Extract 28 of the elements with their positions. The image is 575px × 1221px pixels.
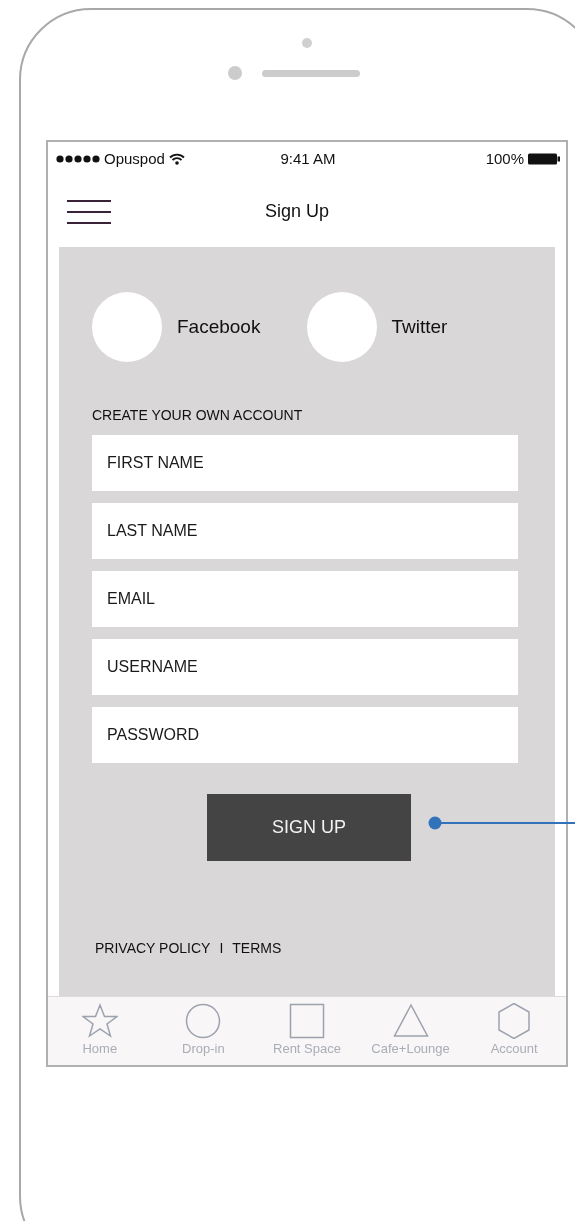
footer-link[interactable]: TERMS (232, 940, 282, 956)
speaker-icon (262, 69, 360, 77)
input-field[interactable]: FIRST NAME (92, 435, 518, 491)
status-time: 9:41 AM (280, 150, 336, 167)
sensor-icon (228, 66, 242, 80)
camera-icon (302, 38, 312, 48)
social-label[interactable]: Twitter (391, 316, 448, 338)
input-field[interactable]: PASSWORD (92, 707, 518, 763)
carrier-name: Opuspod (104, 150, 165, 167)
sign-up-button[interactable]: SIGN UP (207, 794, 411, 861)
signal-icon (56, 154, 100, 163)
circle-icon[interactable] (185, 1003, 222, 1039)
section-heading: CREATE YOUR OWN ACCOUNT (92, 407, 304, 423)
input-field[interactable]: EMAIL (92, 571, 518, 627)
input-field[interactable]: USERNAME (92, 639, 518, 695)
battery-percent: 100% (485, 150, 524, 167)
menu-icon[interactable] (67, 200, 111, 224)
square-icon[interactable] (289, 1003, 325, 1039)
screen-title: Sign Up (264, 200, 329, 222)
link-separator: I (219, 940, 224, 956)
triangle-icon[interactable] (392, 1003, 429, 1039)
input-field[interactable]: LAST NAME (92, 503, 518, 559)
hexagon-icon[interactable] (496, 1003, 533, 1039)
footer-link[interactable]: PRIVACY POLICY (95, 940, 211, 956)
social-label[interactable]: Facebook (177, 316, 261, 338)
battery-icon (528, 152, 560, 165)
star-icon[interactable] (81, 1003, 118, 1039)
wifi-icon (168, 152, 185, 165)
